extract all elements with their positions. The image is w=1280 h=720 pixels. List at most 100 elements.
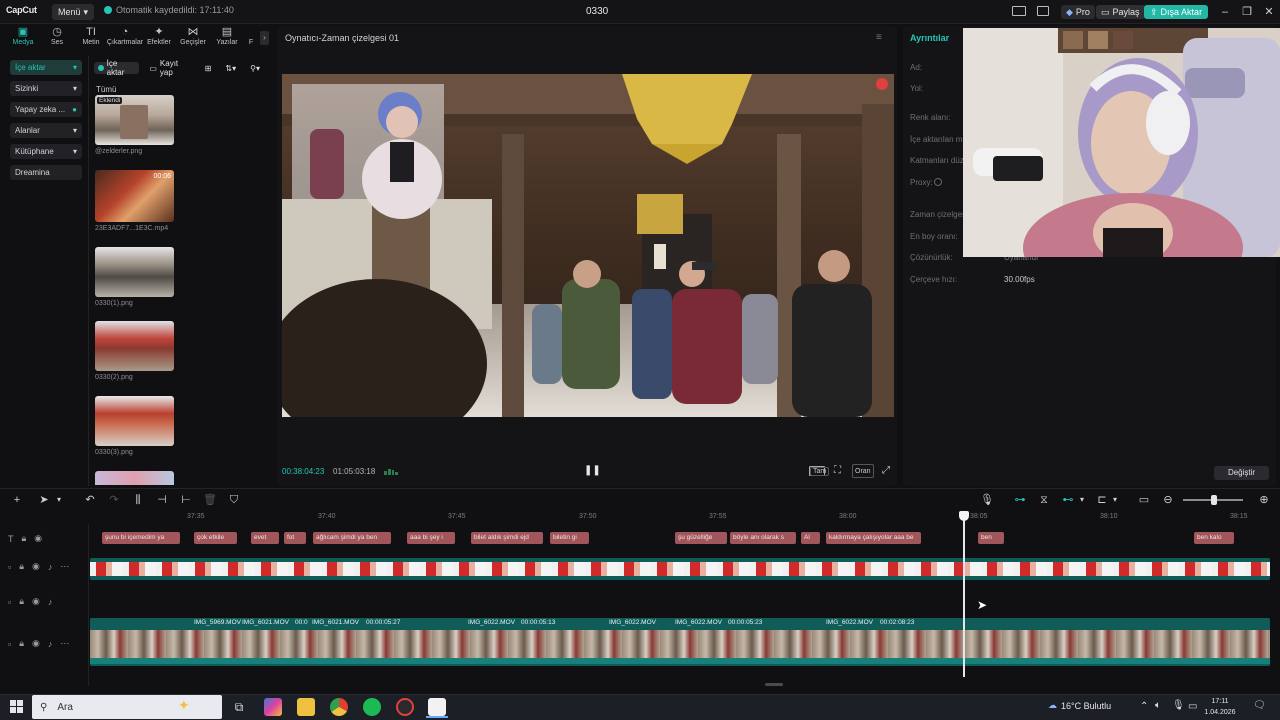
trim-right-icon[interactable]: ⊢ [179, 493, 193, 507]
chevron-up-icon[interactable]: ⌃ [1140, 701, 1148, 712]
chevron-down-icon[interactable]: ▾ [1108, 493, 1122, 507]
ratio-button[interactable]: Oran [852, 464, 874, 478]
grid-view-button[interactable]: ⊞ [201, 62, 216, 74]
tab-stickers[interactable]: ◔ Çıkartmalar [107, 26, 143, 52]
eye-icon[interactable]: ◉ [34, 533, 42, 544]
text-clip[interactable]: ben [978, 532, 1004, 544]
export-button[interactable]: ⇪ Dışa Aktar [1144, 5, 1209, 19]
timeline-ruler[interactable]: 37:35 37:40 37:45 37:50 37:55 38:00 38:0… [90, 511, 1270, 523]
speaker-icon[interactable]: ♪ [48, 562, 53, 572]
zoom-out-icon[interactable]: ⊖ [1161, 493, 1175, 507]
copilot-app-icon[interactable] [264, 698, 282, 716]
fullscreen-icon[interactable]: ⤢ [882, 465, 890, 476]
lock-icon[interactable]: 🔒︎ [19, 596, 24, 607]
select-tool-icon[interactable]: ➤ [37, 493, 51, 507]
split-icon[interactable]: ⫼ [131, 493, 145, 507]
caption-icon[interactable]: ▭ [1137, 493, 1151, 507]
filter-button[interactable]: ⚲▾ [246, 62, 264, 74]
network-icon[interactable]: ▭ [1188, 701, 1197, 712]
playhead-handle[interactable] [959, 511, 969, 521]
info-icon[interactable] [934, 178, 942, 186]
zoom-slider-handle[interactable] [1211, 495, 1217, 505]
tab-captions[interactable]: ▤ Yazılar [210, 26, 244, 52]
tab-audio[interactable]: ◷ Ses [40, 26, 74, 52]
text-clip[interactable]: evet [251, 532, 279, 544]
lock-icon[interactable]: 🔒︎ [19, 638, 24, 649]
trim-left-icon[interactable]: ⊣ [155, 493, 169, 507]
text-clip[interactable]: Al [801, 532, 820, 544]
tab-text[interactable]: TI Metin [74, 26, 108, 52]
media-thumbnail[interactable] [95, 471, 174, 485]
copilot-sparkle-icon[interactable]: ✦ [178, 697, 190, 714]
sidebar-item-dreamina[interactable]: Dreamina [10, 165, 82, 180]
snap-icon[interactable]: ⧖ [1037, 493, 1051, 507]
taskbar-clock[interactable]: 17:11 1.04.2026 [1200, 696, 1240, 718]
magnet-icon[interactable]: ⊷ [1061, 493, 1075, 507]
media-item[interactable]: 0330(1).png [95, 247, 175, 307]
task-view-icon[interactable]: ⧉ [230, 698, 248, 716]
video-preview[interactable] [282, 74, 894, 417]
menu-button[interactable]: Menü ▾ [52, 4, 95, 20]
media-item[interactable]: 0330(2).png [95, 321, 175, 381]
taskbar-search[interactable]: ⚲ Ara [32, 695, 222, 719]
speaker-icon[interactable]: ♪ [48, 639, 53, 649]
shield-icon[interactable]: ⛉ [227, 493, 241, 507]
share-button[interactable]: ▭ Paylaş [1096, 5, 1145, 19]
chevron-down-icon[interactable]: ▾ [1075, 493, 1089, 507]
import-button[interactable]: İçe aktar [94, 59, 140, 77]
tab-filters[interactable]: F [244, 26, 258, 52]
delete-icon[interactable]: 🗑 [203, 493, 217, 507]
obs-icon[interactable] [396, 698, 414, 716]
sidebar-item-ai[interactable]: Yapay zeka ... ● [10, 102, 82, 117]
layout-icon[interactable] [1012, 6, 1026, 16]
eye-icon[interactable]: ◉ [32, 638, 40, 649]
text-clip[interactable]: şunu bi içemedim ya [102, 532, 180, 544]
link-icon[interactable]: ⊶ [1013, 493, 1027, 507]
chrome-icon[interactable] [330, 698, 348, 716]
text-clip[interactable]: kaldırmaya çalışıyolar aaa be [826, 532, 921, 544]
preview-axis-icon[interactable]: ⊏ [1095, 493, 1109, 507]
text-clip[interactable]: biletin gi [550, 532, 589, 544]
tab-transitions[interactable]: ⋈ Geçişler [176, 26, 210, 52]
overlay-clip[interactable] [90, 558, 1270, 580]
crop-icon[interactable]: ⛶ [834, 465, 841, 476]
close-icon[interactable]: ✕ [1261, 4, 1277, 20]
zoom-in-icon[interactable]: ⊕ [1257, 493, 1271, 507]
lock-icon[interactable]: 🔒︎ [19, 561, 24, 572]
tab-media[interactable]: ▣ Medya [6, 26, 40, 52]
media-item[interactable]: 00:06 23E3ADF7...1E3C.mp4 [95, 170, 175, 232]
eye-icon[interactable]: ◉ [32, 561, 40, 572]
add-track-icon[interactable]: + [10, 493, 24, 507]
chevron-down-icon[interactable]: ▾ [52, 493, 66, 507]
undo-icon[interactable]: ↶ [83, 493, 97, 507]
project-name[interactable]: 0330 [586, 6, 608, 17]
weather-widget[interactable]: ☁ 16°C Bulutlu [1048, 700, 1111, 711]
chevron-right-icon[interactable]: › [260, 31, 269, 45]
sidebar-item-yours[interactable]: Sizinki ▾ [10, 81, 82, 96]
text-clip[interactable]: şu güzelliğe [675, 532, 727, 544]
pause-icon[interactable]: ❚❚ [584, 465, 601, 476]
sidebar-item-library[interactable]: Kütüphane ▾ [10, 144, 82, 159]
media-item[interactable]: 0330(3).png [95, 396, 175, 456]
text-clip[interactable]: aaa bi şey i [407, 532, 455, 544]
tab-effects[interactable]: ✦ Efektler [142, 26, 176, 52]
sidebar-item-spaces[interactable]: Alanlar ▾ [10, 123, 82, 138]
lock-icon[interactable]: 🔒︎ [22, 533, 27, 544]
maximize-icon[interactable]: ❐ [1239, 4, 1255, 20]
minimize-icon[interactable]: – [1217, 4, 1233, 20]
text-clip[interactable]: böyle anı olarak s [730, 532, 796, 544]
sidebar-item-import[interactable]: İçe aktar ▾ [10, 60, 82, 75]
horizontal-scrollbar[interactable] [765, 683, 783, 686]
record-button[interactable]: ▭ Kayıt yap [145, 59, 194, 77]
notification-icon[interactable]: 🗨︎ [1253, 700, 1266, 711]
text-clip[interactable]: bilet aldık şimdi ejd [471, 532, 543, 544]
change-button[interactable]: Değiştir [1214, 466, 1269, 480]
more-icon[interactable]: ⋯ [60, 561, 69, 572]
speaker-icon[interactable]: ♪ [48, 597, 53, 607]
pro-button[interactable]: ◆ Pro [1061, 5, 1095, 19]
volume-icon[interactable]: 🔈︎ [1155, 700, 1161, 711]
sort-button[interactable]: ⇅▾ [221, 62, 240, 74]
text-clip[interactable]: fot [284, 532, 306, 544]
microphone-icon[interactable]: 🎙︎ [1172, 700, 1185, 711]
redo-icon[interactable]: ↷ [107, 493, 121, 507]
